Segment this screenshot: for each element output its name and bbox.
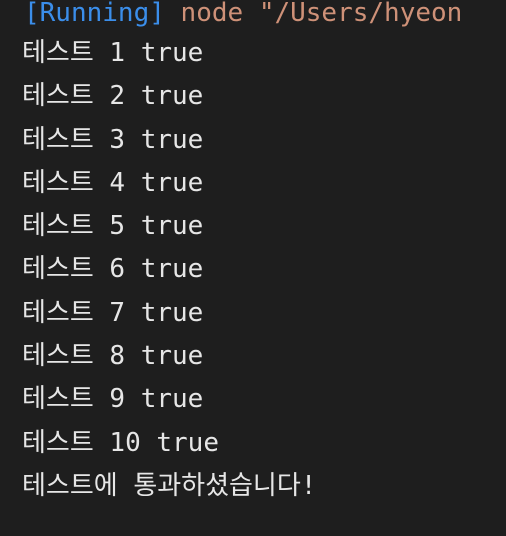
run-status: [Running]	[24, 0, 165, 28]
output-line: 테스트 6 true	[22, 254, 204, 285]
output-line: 테스트 7 true	[22, 297, 204, 328]
run-header: [Running] node "/Users/hyeon	[24, 0, 462, 30]
output-line: 테스트 1 true	[22, 38, 204, 68]
output-line: 테스트 5 true	[22, 211, 204, 242]
output-line: 테스트 2 true	[22, 81, 204, 112]
output-line: 테스트 10 true	[22, 427, 219, 458]
output-terminal[interactable]: [Running] node "/Users/hyeon 테스트 1 true …	[0, 0, 506, 536]
output-line: 테스트 3 true	[22, 124, 204, 155]
output-line: 테스트 8 true	[22, 341, 204, 372]
output-line: 테스트에 통과하셨습니다!	[22, 470, 317, 501]
run-command: node "/Users/hyeon	[180, 0, 463, 28]
output-line: 테스트 9 true	[22, 384, 204, 415]
output-lines: 테스트 1 true 테스트 2 true 테스트 3 true 테스트 4 t…	[22, 32, 316, 508]
output-line: 테스트 4 true	[22, 167, 204, 198]
